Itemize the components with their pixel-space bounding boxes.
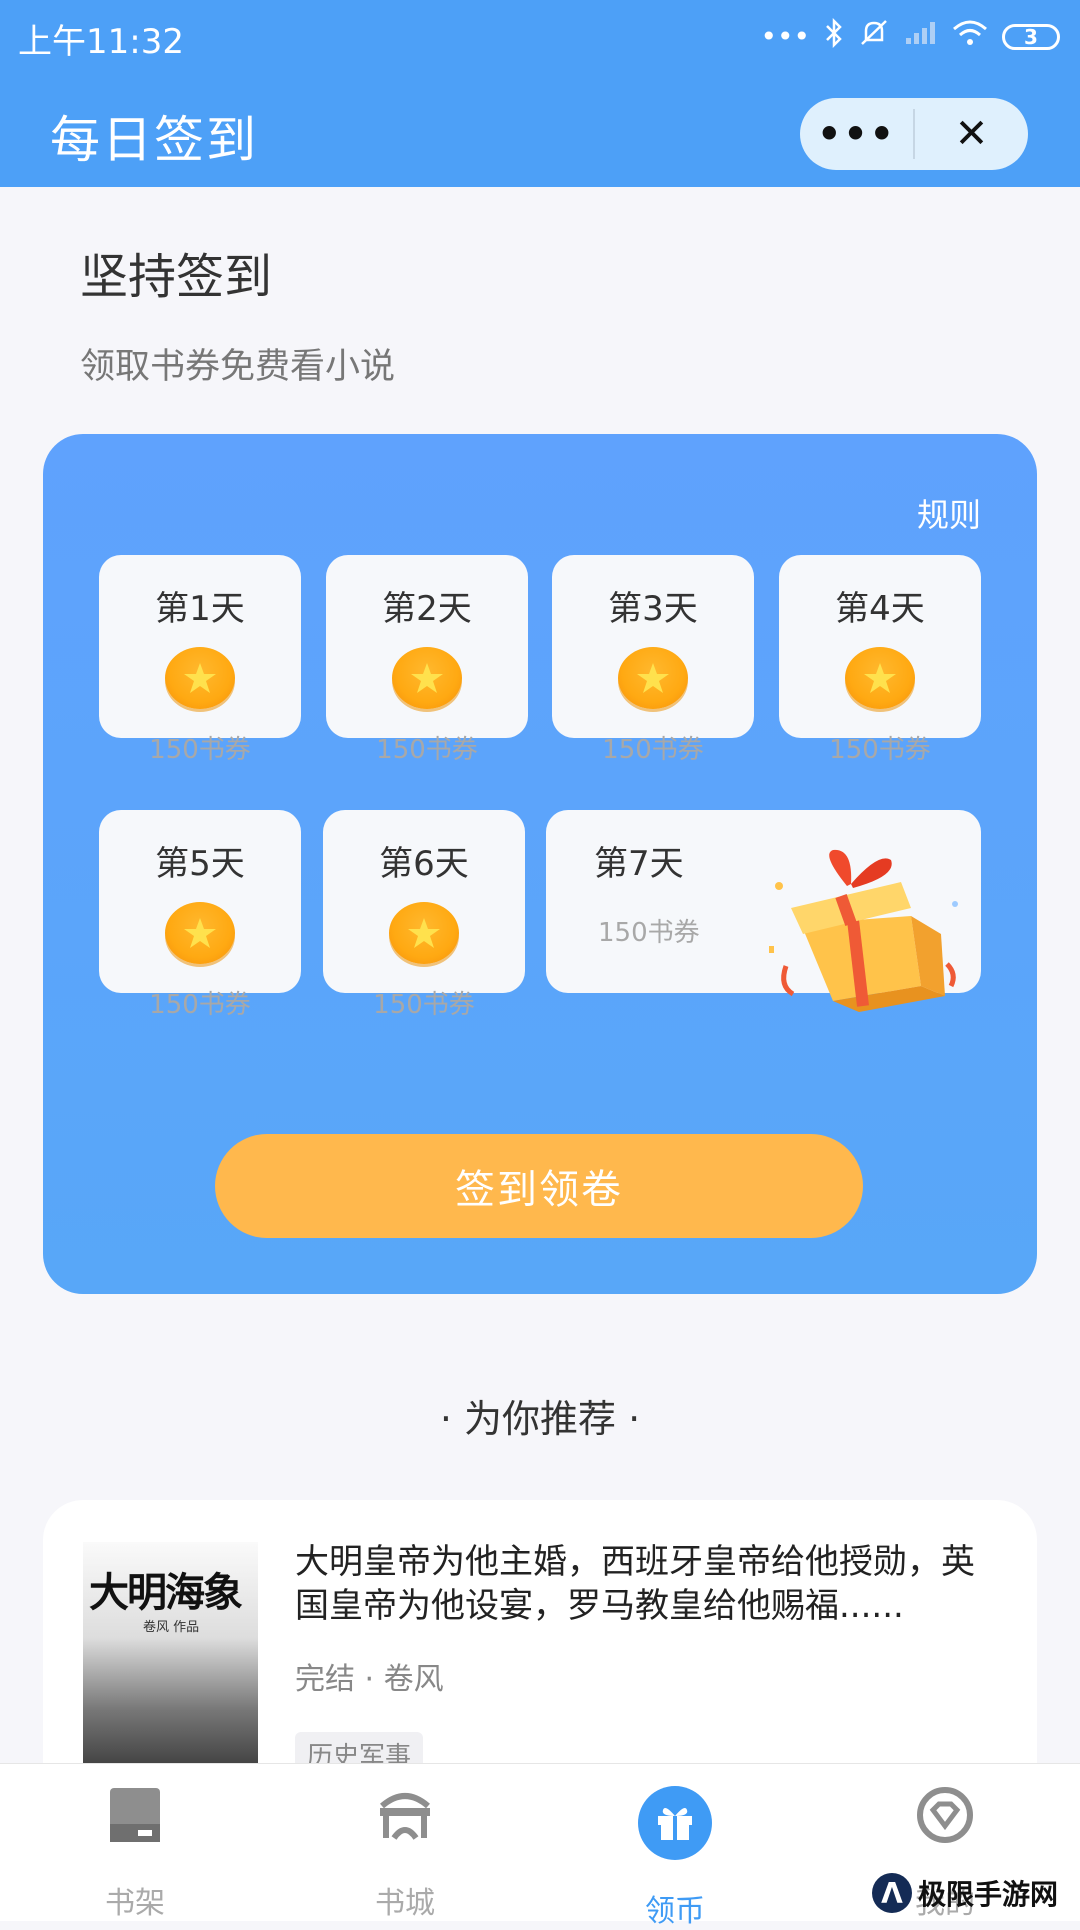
bookstore-icon [376, 1786, 434, 1846]
watermark: Λ 极限手游网 [871, 1873, 1058, 1913]
day-amount: 150书券 [376, 735, 478, 765]
signin-card: 规则 第1天 150书券 第2天 150书券 第3天 150书券 第4天 150… [43, 434, 1037, 1294]
day-label: 第3天 [608, 589, 698, 629]
more-dots-icon: ••• [760, 20, 810, 53]
coin-icon [165, 902, 235, 964]
tab-bookstore[interactable]: 书城 [270, 1764, 540, 1921]
day-label: 第4天 [835, 589, 925, 629]
day-label: 第2天 [382, 589, 472, 629]
book-meta: 完结 · 卷风 [295, 1662, 444, 1697]
signin-button[interactable]: 签到领卷 [215, 1134, 863, 1238]
day-card-5[interactable]: 第5天 150书券 [99, 810, 301, 1020]
bluetooth-icon [824, 17, 844, 55]
recommend-title: · 为你推荐 · [439, 1397, 641, 1441]
rules-link[interactable]: 规则 [917, 490, 981, 536]
day-label: 第5天 [155, 844, 245, 884]
day-card-1[interactable]: 第1天 150书券 [99, 555, 301, 765]
bookshelf-icon [108, 1786, 162, 1848]
diamond-icon [916, 1786, 974, 1848]
book-cover[interactable]: 大明海象 卷风 作品 [83, 1542, 258, 1782]
tab-label: 领币 [645, 1894, 705, 1929]
day-card-7[interactable]: 第7天 150书券 [546, 810, 981, 1012]
mute-icon [858, 18, 890, 55]
book-description: 大明皇帝为他主婚，西班牙皇帝给他授勋，英国皇帝为他设宴，罗马教皇给他赐福....… [295, 1542, 975, 1626]
status-icons: ••• 3 [760, 17, 1060, 55]
coin-icon [389, 902, 459, 964]
tab-coins[interactable]: 领币 [540, 1764, 810, 1929]
day-card-2[interactable]: 第2天 150书券 [326, 555, 528, 765]
status-bar: 上午11:32 ••• 3 [0, 0, 1080, 75]
day-label: 第6天 [379, 844, 469, 884]
coin-icon [845, 647, 915, 709]
day-card-3[interactable]: 第3天 150书券 [552, 555, 754, 765]
close-button[interactable]: ✕ [915, 98, 1028, 170]
top-bar: 上午11:32 ••• 3 每日签到 ••• ✕ [0, 0, 1080, 187]
day-amount: 150书券 [602, 735, 704, 765]
wifi-icon [952, 19, 988, 54]
watermark-logo-icon: Λ [871, 1873, 912, 1913]
mini-program-capsule: ••• ✕ [800, 98, 1028, 170]
intro-title: 坚持签到 [80, 249, 273, 305]
day-card-6[interactable]: 第6天 150书券 [323, 810, 525, 1020]
cover-title: 大明海象 [89, 1569, 243, 1616]
day-amount: 150书券 [149, 990, 251, 1020]
day-amount: 150书券 [149, 735, 251, 765]
intro-subtitle: 领取书券免费看小说 [80, 347, 396, 387]
signal-icon [904, 20, 938, 53]
day-amount: 150书券 [829, 735, 931, 765]
page-title: 每日签到 [50, 111, 258, 169]
more-button[interactable]: ••• [800, 98, 913, 170]
day-label: 第1天 [155, 589, 245, 629]
bottom-tab-bar: 书架 书城 领币 我的 Λ 极限手游网 [0, 1763, 1080, 1929]
tab-label: 书架 [105, 1886, 165, 1921]
coin-icon [618, 647, 688, 709]
tab-bookshelf[interactable]: 书架 [0, 1764, 270, 1921]
status-time: 上午11:32 [18, 22, 184, 62]
day-amount: 150书券 [373, 990, 475, 1020]
gift-box-icon [769, 849, 958, 1012]
gift-icon [638, 1786, 712, 1860]
coin-icon [392, 647, 462, 709]
battery-icon: 3 [1002, 23, 1060, 50]
watermark-text: 极限手游网 [917, 1878, 1058, 1911]
tab-label: 书城 [375, 1886, 435, 1921]
coin-icon [165, 647, 235, 709]
cover-subtitle: 卷风 作品 [143, 1620, 200, 1635]
day-card-4[interactable]: 第4天 150书券 [779, 555, 981, 765]
